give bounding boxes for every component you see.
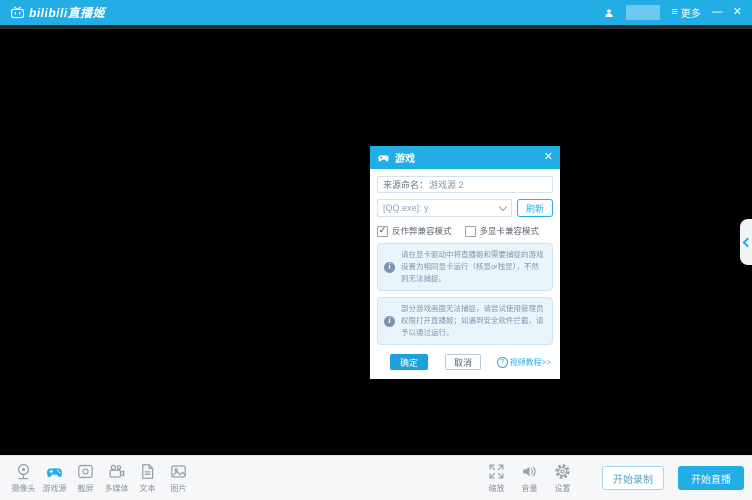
minimize-button[interactable]: — xyxy=(712,7,722,18)
source-media[interactable]: 多媒体 xyxy=(101,462,132,494)
dialog-close-icon[interactable]: ✕ xyxy=(544,152,553,163)
scale-control[interactable]: 缩放 xyxy=(481,462,512,494)
control-label: 设置 xyxy=(555,483,571,494)
gamepad-icon xyxy=(377,151,390,164)
source-label: 多媒体 xyxy=(105,483,129,494)
chevron-left-icon xyxy=(742,237,752,247)
side-panel-toggle[interactable] xyxy=(740,219,752,265)
user-name-placeholder[interactable] xyxy=(626,5,660,20)
source-screen-capture[interactable]: 截屏 xyxy=(70,462,101,494)
dialog-header: 游戏 ✕ xyxy=(370,146,560,169)
gear-icon xyxy=(553,462,572,481)
text-document-icon xyxy=(138,462,157,481)
volume-control[interactable]: 音量 xyxy=(514,462,545,494)
chevron-down-icon xyxy=(499,202,507,210)
gamepad-icon xyxy=(45,462,64,481)
dialog-body: 来源命名： 游戏源 2 [QQ.exe]: y 刷新 ✓ 反作弊兼容模式 ✓ 多… xyxy=(370,169,560,379)
source-name-field[interactable]: 来源命名： 游戏源 2 xyxy=(377,176,553,193)
control-label: 缩放 xyxy=(489,483,505,494)
tv-logo-icon xyxy=(10,5,25,20)
media-camera-icon xyxy=(107,462,126,481)
gpu-hint-box: i 请在显卡驱动中将直播姬和需要捕捉的游戏设置为相同显卡运行（核显or独显），不… xyxy=(377,243,553,291)
title-bar: bilibili直播姬 ≡ 更多 — ✕ xyxy=(0,0,752,25)
refresh-button[interactable]: 刷新 xyxy=(517,199,553,217)
tutorial-label: 视频教程>> xyxy=(510,357,551,368)
gpu-hint-text: 请在显卡驱动中将直播姬和需要捕捉的游戏设置为相同显卡运行（核显or独显），不然则… xyxy=(401,249,546,285)
webcam-icon xyxy=(14,462,33,481)
question-icon: ? xyxy=(497,357,508,368)
checkbox-label: 反作弊兼容模式 xyxy=(392,225,452,237)
source-camera[interactable]: 摄像头 xyxy=(8,462,39,494)
source-label: 截屏 xyxy=(78,483,94,494)
process-select-value: [QQ.exe]: y xyxy=(383,203,429,213)
source-image[interactable]: 图片 xyxy=(163,462,194,494)
checkbox-box: ✓ xyxy=(377,226,388,237)
info-icon: i xyxy=(384,262,395,273)
multigpu-compat-checkbox[interactable]: ✓ 多显卡兼容模式 xyxy=(465,225,540,237)
settings-control[interactable]: 设置 xyxy=(547,462,578,494)
source-label: 文本 xyxy=(140,483,156,494)
app-title: bilibili直播姬 xyxy=(29,4,105,21)
more-menu-button[interactable]: ≡ 更多 xyxy=(671,5,700,20)
admin-hint-box: i 部分游戏画面无法捕捉，请尝试使用管理员权限打开直播姬；如遇到安全软件拦截，请… xyxy=(377,297,553,345)
admin-hint-text: 部分游戏画面无法捕捉，请尝试使用管理员权限打开直播姬；如遇到安全软件拦截，请予以… xyxy=(401,303,546,339)
source-name-value: 游戏源 2 xyxy=(429,178,464,191)
source-label: 摄像头 xyxy=(12,483,36,494)
speaker-icon xyxy=(520,462,539,481)
source-name-label: 来源命名： xyxy=(383,178,428,191)
scale-arrows-icon xyxy=(487,462,506,481)
info-icon: i xyxy=(384,316,395,327)
check-icon: ✓ xyxy=(379,226,387,235)
anticheat-compat-checkbox[interactable]: ✓ 反作弊兼容模式 xyxy=(377,225,452,237)
cancel-button[interactable]: 取消 xyxy=(445,354,481,370)
source-game[interactable]: 游戏源 xyxy=(39,462,70,494)
dialog-title: 游戏 xyxy=(395,150,415,165)
livehime-window: { "colors": { "brand": "#23ade5", "brand… xyxy=(0,0,752,500)
checkbox-box: ✓ xyxy=(465,226,476,237)
start-record-button[interactable]: 开始录制 xyxy=(602,466,664,490)
user-icon[interactable] xyxy=(603,7,615,19)
close-button[interactable]: ✕ xyxy=(733,7,742,18)
more-label: 更多 xyxy=(681,5,701,20)
picture-icon xyxy=(169,462,188,481)
process-select[interactable]: [QQ.exe]: y xyxy=(377,199,512,217)
app-logo: bilibili直播姬 xyxy=(10,4,105,21)
source-label: 图片 xyxy=(171,483,187,494)
screen-capture-icon xyxy=(76,462,95,481)
checkbox-label: 多显卡兼容模式 xyxy=(480,225,540,237)
source-text[interactable]: 文本 xyxy=(132,462,163,494)
bottom-toolbar: 摄像头 游戏源 截屏 多媒体 文本 xyxy=(0,455,752,500)
start-stream-button[interactable]: 开始直播 xyxy=(678,466,744,490)
ok-button[interactable]: 确定 xyxy=(390,354,428,370)
game-source-dialog: 游戏 ✕ 来源命名： 游戏源 2 [QQ.exe]: y 刷新 ✓ 反作弊兼容模… xyxy=(370,146,560,379)
video-tutorial-link[interactable]: ? 视频教程>> xyxy=(497,357,551,368)
hamburger-icon: ≡ xyxy=(671,7,677,18)
control-label: 音量 xyxy=(522,483,538,494)
source-label: 游戏源 xyxy=(43,483,67,494)
